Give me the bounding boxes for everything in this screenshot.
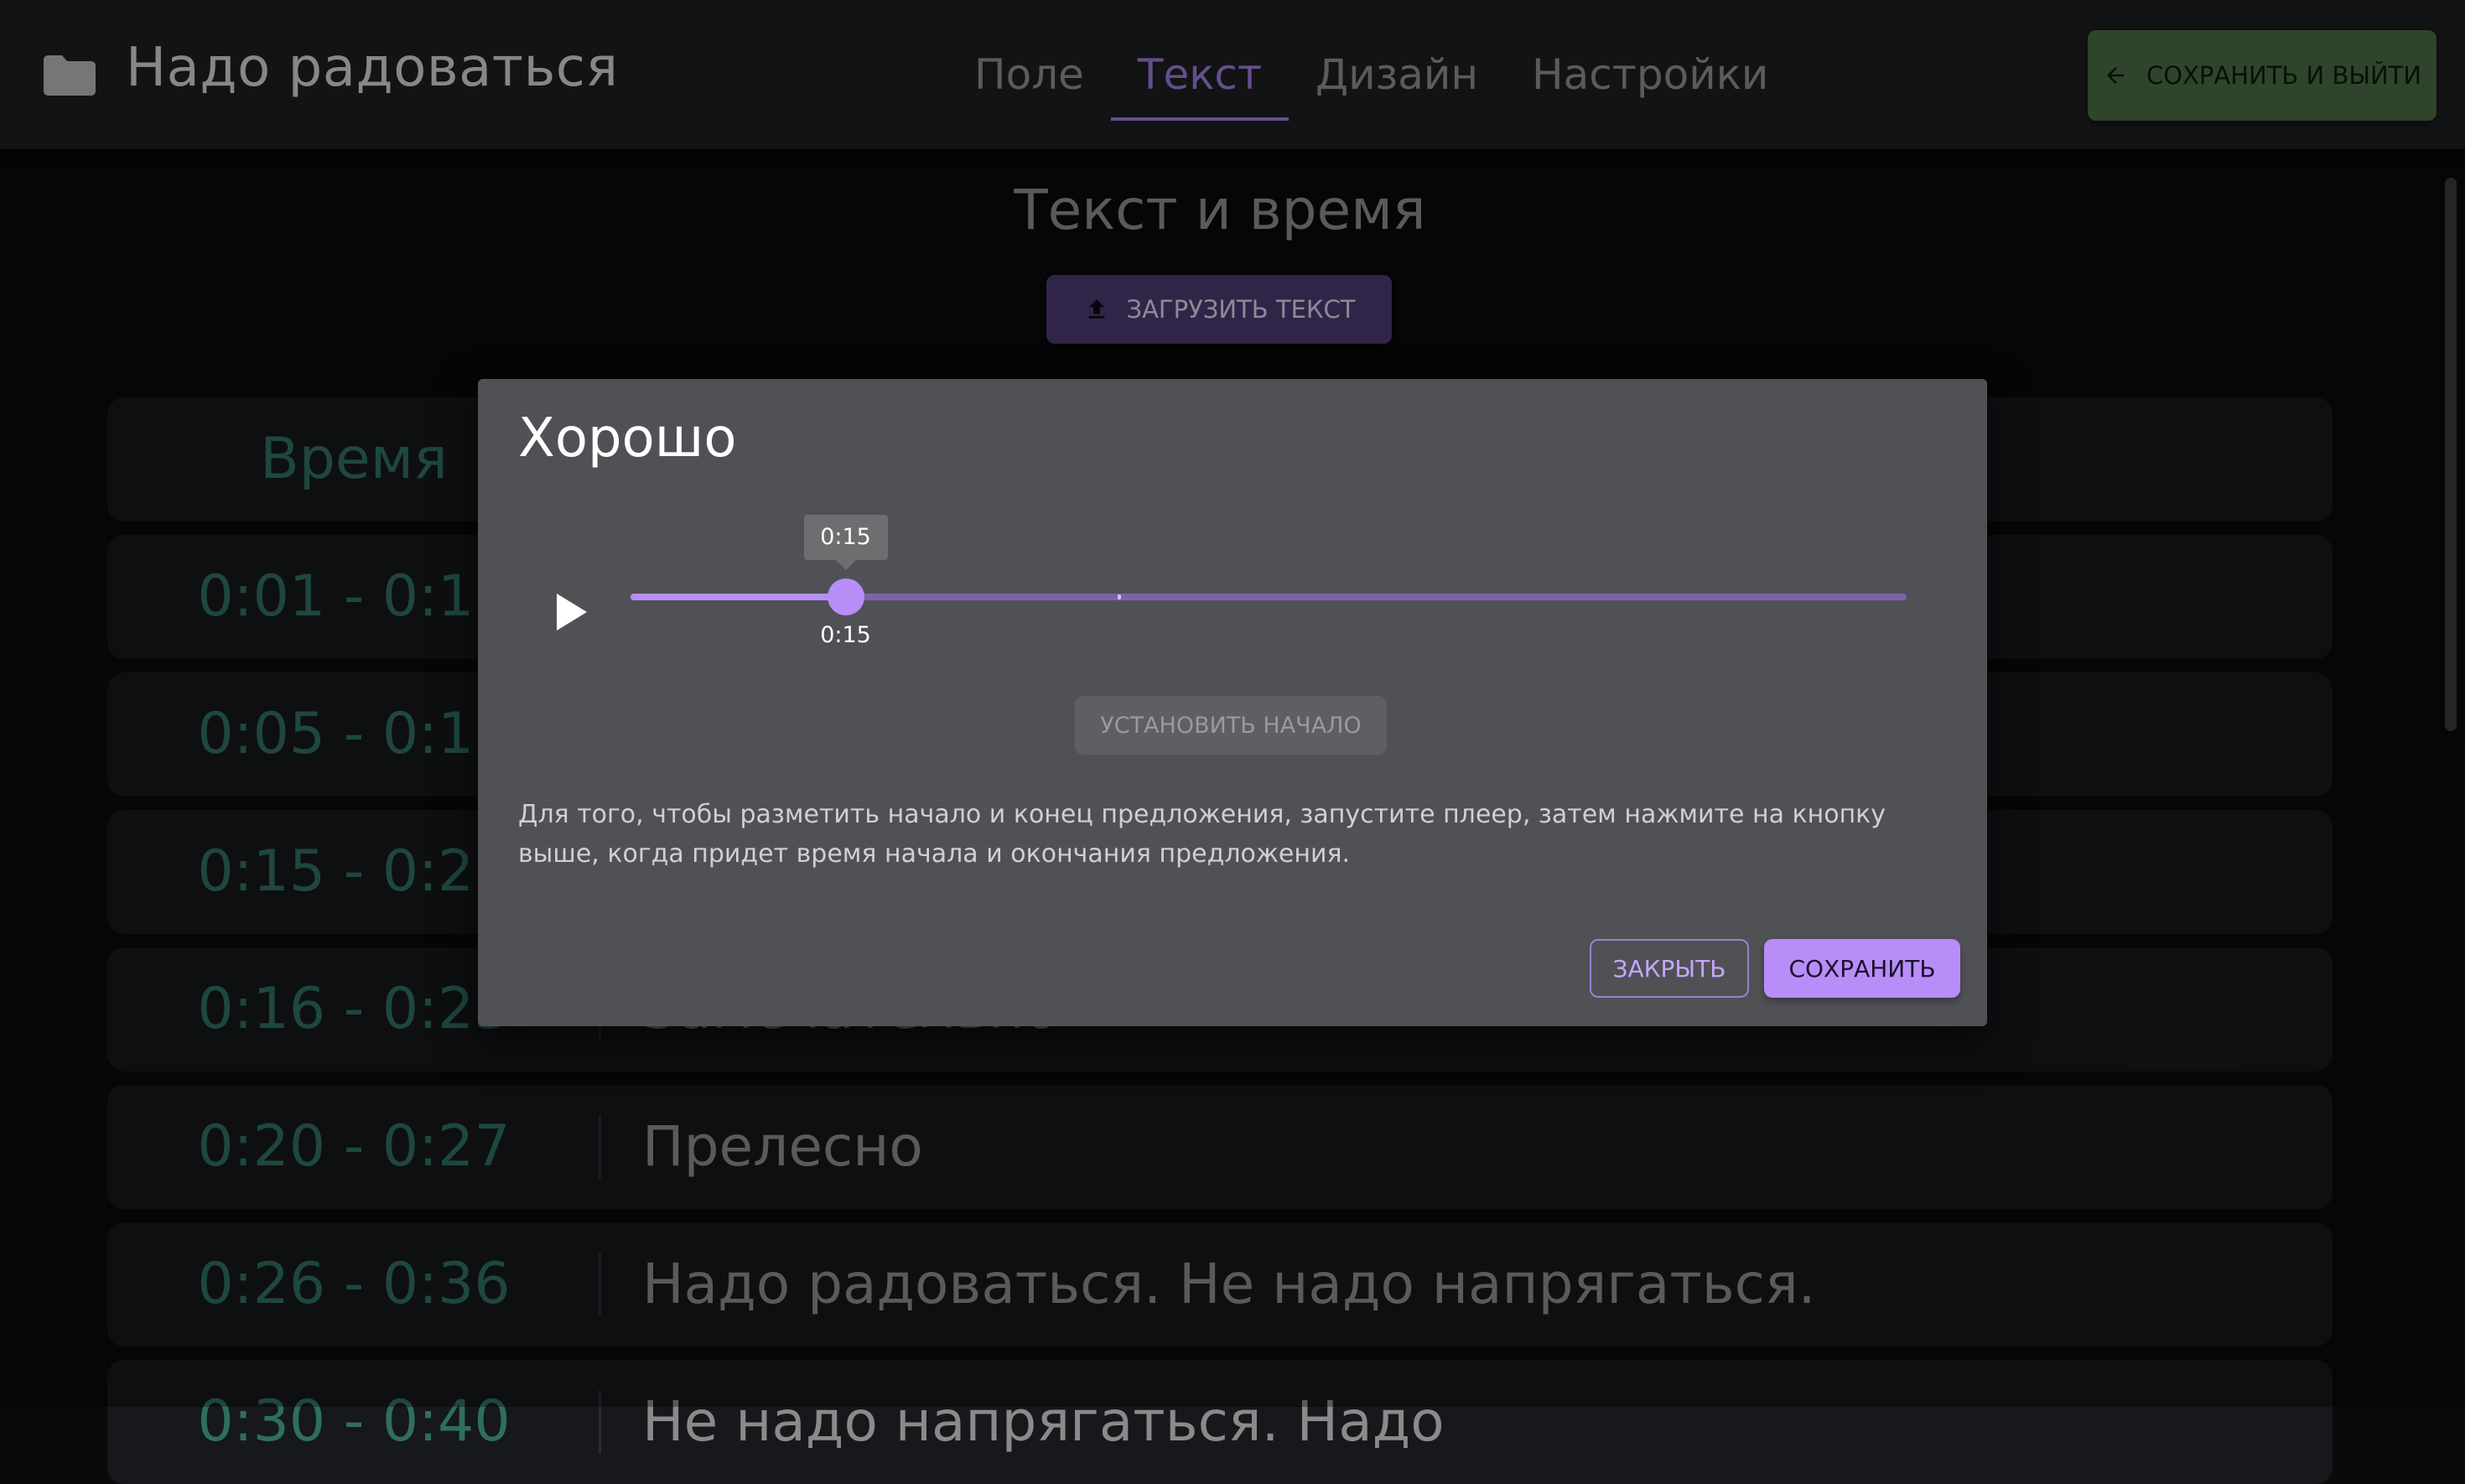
timing-dialog: Хорошо 0:15 0:15 УСТАНОВИТЬ НАЧАЛО Для т…: [478, 379, 1987, 1026]
audio-slider-thumb[interactable]: [827, 579, 864, 615]
slider-tooltip: 0:15: [803, 515, 888, 570]
audio-slider-progress: [631, 594, 846, 600]
dialog-instructions: Для того, чтобы разметить начало и конец…: [518, 800, 1886, 869]
set-start-button[interactable]: УСТАНОВИТЬ НАЧАЛО: [1075, 696, 1387, 755]
close-button[interactable]: ЗАКРЫТЬ: [1590, 939, 1749, 998]
dialog-title: Хорошо: [518, 407, 737, 470]
play-icon[interactable]: [548, 590, 592, 634]
save-button[interactable]: СОХРАНИТЬ: [1764, 939, 1960, 998]
slider-value-label: 0:15: [820, 622, 871, 648]
